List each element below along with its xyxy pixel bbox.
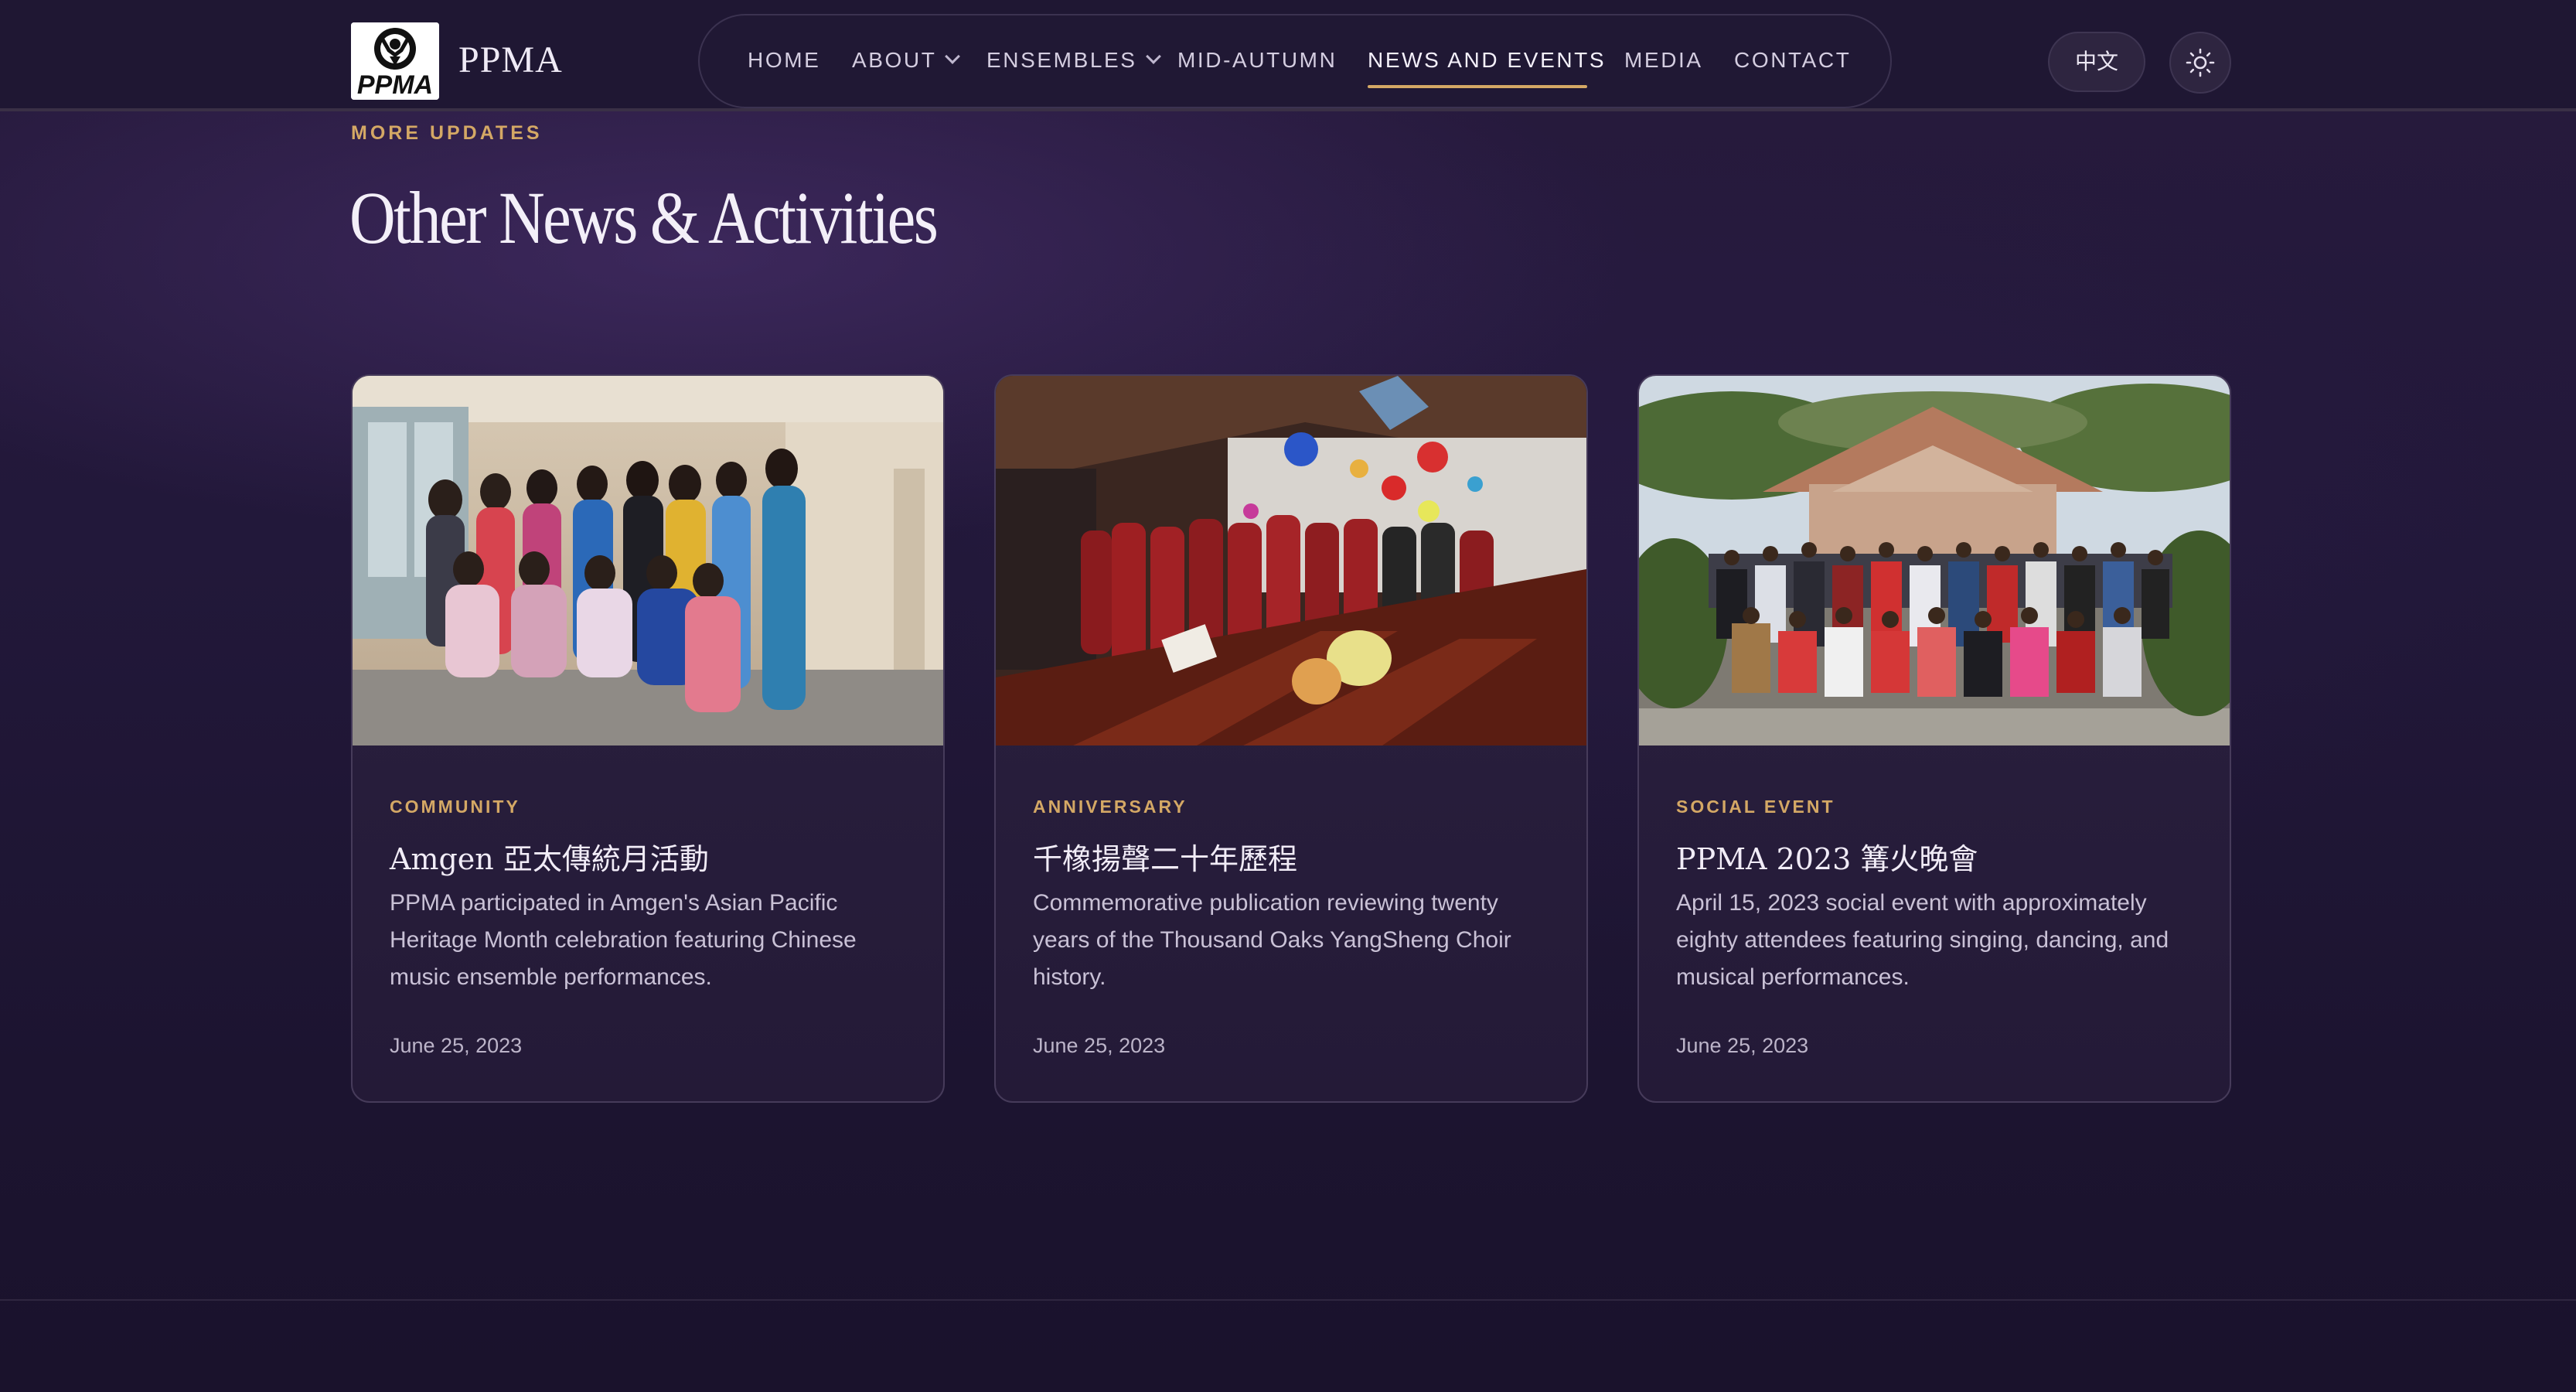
card-title[interactable]: PPMA 2023 篝火晚會 [1676,838,1978,880]
news-card[interactable]: COMMUNITY Amgen 亞太傳統月活動 PPMA participate… [351,374,945,1103]
card-date: June 25, 2023 [1033,1034,1166,1057]
logo-graphic: PPMA [351,22,439,100]
card-title[interactable]: Amgen 亞太傳統月活動 [390,838,709,880]
card-date: June 25, 2023 [1676,1034,1809,1057]
section-eyebrow: MORE UPDATES [351,122,543,144]
card-category: SOCIAL EVENT [1676,797,1835,817]
nav-ensembles[interactable]: ENSEMBLES [986,45,1161,76]
news-card[interactable]: SOCIAL EVENT PPMA 2023 篝火晚會 April 15, 20… [1637,374,2231,1103]
theme-toggle-button[interactable] [2169,32,2231,94]
card-photo-amgen-event [353,376,943,745]
brand-name[interactable]: PPMA [458,37,563,84]
card-category: ANNIVERSARY [1033,797,1187,817]
card-title[interactable]: 千橡揚聲二十年歷程 [1033,838,1297,880]
nav-home[interactable]: HOME [748,45,820,76]
nav-mid-autumn[interactable]: MID-AUTUMN [1177,45,1337,76]
card-photo-bonfire-group [1639,376,2230,745]
language-toggle-button[interactable]: 中文 [2048,32,2145,92]
card-category: COMMUNITY [390,797,520,817]
nav-ensembles-label: ENSEMBLES [986,48,1137,72]
nav-about[interactable]: ABOUT [852,45,961,76]
section-title: Other News & Activities [349,176,939,259]
chevron-down-icon [945,49,961,64]
card-description: PPMA participated in Amgen's Asian Pacif… [390,890,857,990]
ppma-logo[interactable]: PPMA [351,22,439,100]
card-photo-choir-anniversary [996,376,1586,745]
nav-news-and-events[interactable]: NEWS AND EVENTS [1368,45,1606,76]
news-card[interactable]: ANNIVERSARY 千橡揚聲二十年歷程 Commemorative publ… [994,374,1588,1103]
footer-divider [0,1299,2576,1301]
nav-contact-label: CONTACT [1734,48,1852,72]
nav-news-and-events-label: NEWS AND EVENTS [1368,48,1607,72]
card-date: June 25, 2023 [390,1034,523,1057]
card-description: Commemorative publication reviewing twen… [1033,890,1511,990]
logo-text: PPMA [357,70,433,100]
nav-media[interactable]: MEDIA [1624,45,1703,76]
nav-home-label: HOME [748,48,821,72]
card-description: April 15, 2023 social event with approxi… [1676,890,2169,990]
nav-mid-autumn-label: MID-AUTUMN [1177,48,1337,72]
nav-media-label: MEDIA [1624,48,1703,72]
active-nav-indicator [1368,85,1587,88]
nav-contact[interactable]: CONTACT [1734,45,1851,76]
nav-about-label: ABOUT [852,48,937,72]
sun-icon [2186,48,2215,77]
chevron-down-icon [1145,49,1161,64]
site-header: PPMA PPMA HOME ABOUT ENSEMBLES MID-AUTUM… [0,0,2576,111]
